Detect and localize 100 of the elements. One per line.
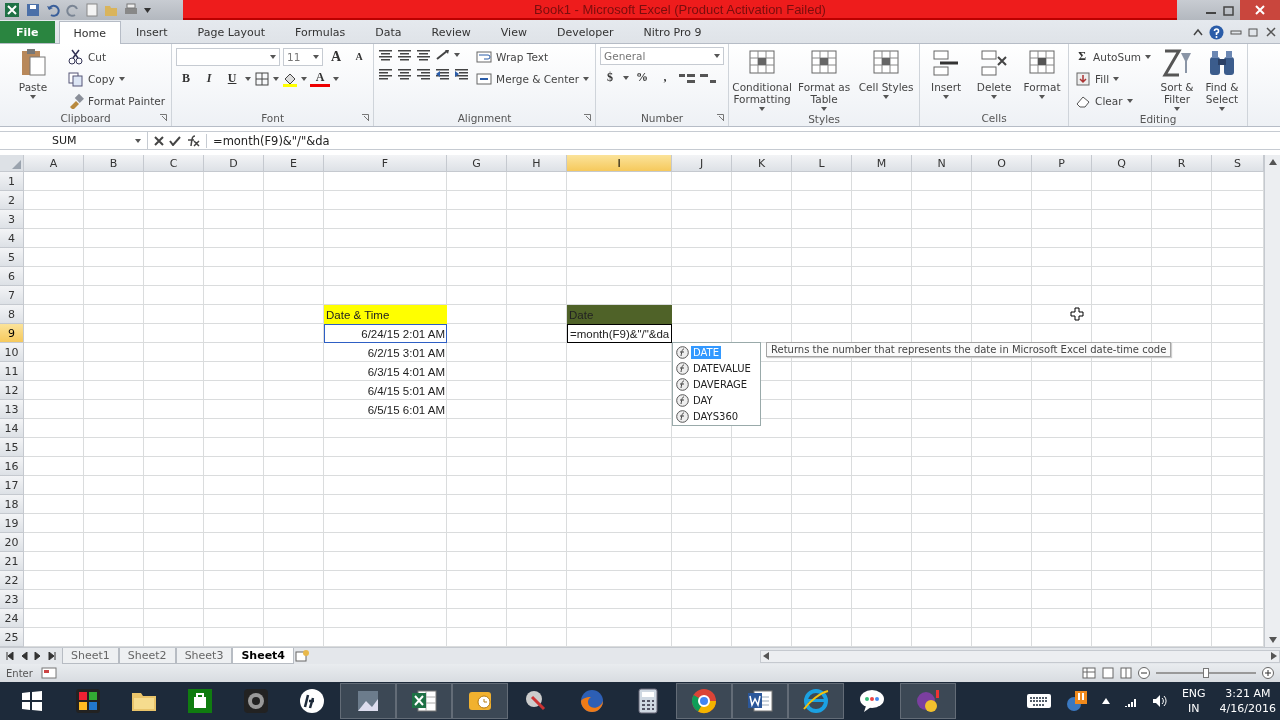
ribbon-button[interactable]: Cell Styles — [857, 47, 916, 111]
row-header[interactable]: 9 — [0, 324, 24, 343]
sheet-tab[interactable]: Sheet4 — [232, 648, 295, 664]
row-header[interactable]: 10 — [0, 343, 24, 362]
row-header[interactable]: 4 — [0, 229, 24, 248]
column-header[interactable]: J — [672, 155, 732, 172]
row-header[interactable]: 8 — [0, 305, 24, 324]
row-header[interactable]: 22 — [0, 571, 24, 590]
column-header[interactable]: S — [1212, 155, 1264, 172]
print-icon[interactable] — [124, 3, 138, 17]
column-header[interactable]: K — [732, 155, 792, 172]
save-icon[interactable] — [26, 3, 40, 17]
row-header[interactable]: 18 — [0, 495, 24, 514]
column-header[interactable]: M — [852, 155, 912, 172]
row-header[interactable]: 17 — [0, 476, 24, 495]
ribbon-tab[interactable]: Developer — [541, 21, 629, 43]
ribbon-button[interactable]: Conditional Formatting — [733, 47, 792, 111]
ribbon-button[interactable]: Merge & Center — [474, 69, 592, 88]
column-header[interactable]: P — [1032, 155, 1092, 172]
row-header[interactable]: 2 — [0, 191, 24, 210]
page-break-icon[interactable] — [1120, 667, 1132, 679]
column-header[interactable]: Q — [1092, 155, 1152, 172]
row-header[interactable]: 25 — [0, 628, 24, 647]
autocomplete-item[interactable]: DAY — [674, 392, 759, 408]
font-color-button[interactable]: A — [310, 70, 331, 87]
minimize-icon[interactable] — [1230, 27, 1242, 37]
previous-sheet-icon[interactable] — [20, 652, 28, 660]
ribbon-tab[interactable]: Data — [360, 21, 417, 43]
ribbon-button[interactable]: Cut — [66, 47, 168, 66]
column-header[interactable]: I — [567, 155, 672, 172]
taskbar-button[interactable] — [452, 683, 508, 719]
ribbon-tab[interactable]: View — [485, 21, 542, 43]
font-name-field[interactable] — [176, 47, 281, 66]
zoom-slider-thumb[interactable] — [1203, 668, 1209, 678]
row-header[interactable]: 19 — [0, 514, 24, 533]
borders-icon[interactable] — [254, 70, 271, 87]
align-center-icon[interactable] — [397, 66, 414, 82]
autocomplete-item[interactable]: DAYS360 — [674, 408, 759, 424]
top-align-icon[interactable] — [378, 47, 395, 63]
ribbon-button[interactable]: Sort & Filter — [1157, 47, 1198, 111]
taskbar-button[interactable] — [340, 683, 396, 719]
percent-button[interactable]: % — [632, 68, 653, 87]
ribbon-tab[interactable]: Review — [416, 21, 486, 43]
row-header[interactable]: 20 — [0, 533, 24, 552]
ribbon-button[interactable]: Wrap Text — [474, 47, 592, 66]
ribbon-tab[interactable]: Page Layout — [182, 21, 281, 43]
keyboard-icon[interactable] — [1025, 693, 1052, 709]
warning-flag-icon[interactable] — [1065, 690, 1088, 712]
bottom-align-icon[interactable] — [416, 47, 433, 63]
ribbon-button[interactable]: Format as Table — [795, 47, 854, 111]
ribbon-button[interactable]: Fill — [1073, 69, 1154, 88]
font-size-field[interactable]: 11 — [283, 47, 324, 66]
row-header[interactable]: 21 — [0, 552, 24, 571]
ribbon-button[interactable]: Copy — [66, 69, 168, 88]
column-header[interactable]: G — [447, 155, 507, 172]
underline-button[interactable]: U — [222, 69, 243, 88]
restore-icon[interactable] — [1222, 4, 1236, 16]
comma-button[interactable]: , — [655, 68, 676, 87]
language-indicator[interactable]: ENG IN — [1181, 686, 1206, 716]
taskbar-button[interactable] — [676, 683, 732, 719]
orientation-icon[interactable] — [435, 47, 452, 63]
formula-field[interactable]: =month(F9)&"/"&da — [206, 133, 330, 148]
column-header[interactable]: N — [912, 155, 972, 172]
ribbon-button[interactable]: Delete — [972, 47, 1017, 110]
launcher-icon[interactable] — [160, 114, 168, 121]
row-header[interactable]: 11 — [0, 362, 24, 381]
column-header[interactable]: H — [507, 155, 567, 172]
row-header[interactable]: 6 — [0, 267, 24, 286]
clock[interactable]: 3:21 AM 4/16/2016 — [1219, 686, 1276, 716]
ribbon-button[interactable]: Format Painter — [66, 91, 168, 110]
cell-editor[interactable]: =month(F9)&"/"&da — [567, 324, 672, 343]
row-header[interactable]: 7 — [0, 286, 24, 305]
currency-button[interactable]: $ — [600, 68, 621, 87]
speaker-icon[interactable] — [1151, 694, 1168, 708]
autocomplete-item[interactable]: DATEVALUE — [674, 360, 759, 376]
ribbon-button[interactable]: Find & Select — [1201, 47, 1244, 111]
restore-icon[interactable] — [1248, 27, 1260, 37]
ribbon-tab[interactable]: Home — [58, 21, 121, 44]
vertical-scrollbar[interactable] — [1264, 155, 1280, 647]
sheet-tab[interactable]: Sheet1 — [62, 648, 119, 664]
bold-button[interactable]: B — [176, 69, 197, 88]
next-sheet-icon[interactable] — [34, 652, 42, 660]
enter-icon[interactable] — [169, 135, 181, 146]
column-header[interactable]: B — [84, 155, 144, 172]
close-button[interactable] — [1240, 0, 1280, 20]
row-header[interactable]: 13 — [0, 400, 24, 419]
italic-button[interactable]: I — [199, 69, 220, 88]
column-header[interactable]: L — [792, 155, 852, 172]
align-left-icon[interactable] — [378, 66, 395, 82]
number-format-field[interactable]: General — [600, 47, 725, 65]
row-header[interactable]: 24 — [0, 609, 24, 628]
row-header[interactable]: 23 — [0, 590, 24, 609]
horizontal-scrollbar[interactable] — [760, 649, 1280, 663]
ribbon-button[interactable]: Clear — [1073, 91, 1154, 110]
autocomplete-item[interactable]: DAVERAGE — [674, 376, 759, 392]
row-header[interactable]: 3 — [0, 210, 24, 229]
launcher-icon[interactable] — [717, 114, 725, 121]
zoom-out-icon[interactable] — [1138, 667, 1150, 679]
row-header[interactable]: 15 — [0, 438, 24, 457]
sheet-tab[interactable]: Sheet2 — [118, 648, 176, 664]
